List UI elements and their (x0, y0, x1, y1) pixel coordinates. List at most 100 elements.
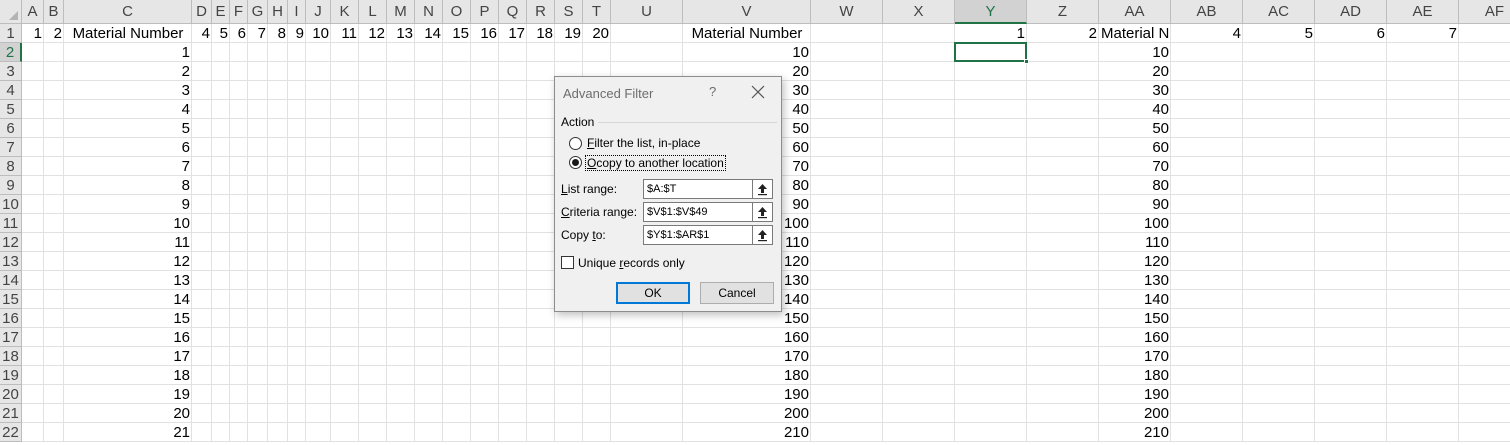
cell[interactable] (583, 385, 611, 404)
cell[interactable] (471, 404, 499, 423)
cell[interactable] (268, 366, 288, 385)
cell[interactable] (955, 100, 1027, 119)
cell[interactable] (811, 138, 883, 157)
cell[interactable] (331, 176, 359, 195)
column-header-l[interactable]: L (359, 0, 387, 24)
cell-d1[interactable]: 4 (192, 24, 212, 43)
cell[interactable] (192, 404, 212, 423)
cell[interactable] (1027, 233, 1099, 252)
criteria-range-collapse-button[interactable] (753, 202, 773, 222)
cell[interactable] (499, 252, 527, 271)
cell-o1[interactable]: 15 (443, 24, 471, 43)
cell[interactable] (955, 328, 1027, 347)
row-header-16[interactable]: 16 (0, 309, 22, 328)
column-header-m[interactable]: M (387, 0, 415, 24)
cell[interactable] (415, 290, 443, 309)
cell-c16[interactable]: 15 (64, 309, 192, 328)
cell[interactable] (1315, 271, 1387, 290)
cell-c13[interactable]: 12 (64, 252, 192, 271)
cell[interactable] (1459, 309, 1510, 328)
cell[interactable] (811, 62, 883, 81)
cell[interactable] (583, 423, 611, 442)
cell[interactable] (1243, 328, 1315, 347)
column-header-i[interactable]: I (288, 0, 306, 24)
unique-records-label[interactable]: Unique records only (578, 256, 685, 270)
cell[interactable] (248, 100, 268, 119)
cell[interactable] (212, 252, 230, 271)
cell[interactable] (288, 138, 306, 157)
cell[interactable] (22, 138, 44, 157)
cell-r1[interactable]: 18 (527, 24, 555, 43)
cell[interactable] (192, 100, 212, 119)
cell[interactable] (955, 404, 1027, 423)
row-header-18[interactable]: 18 (0, 347, 22, 366)
cell[interactable] (443, 157, 471, 176)
cell[interactable] (1459, 271, 1510, 290)
column-header-af[interactable]: AF (1459, 0, 1510, 24)
cell-j1[interactable]: 10 (306, 24, 331, 43)
cell[interactable] (499, 347, 527, 366)
cell-c21[interactable]: 20 (64, 404, 192, 423)
cell[interactable] (212, 195, 230, 214)
column-header-f[interactable]: F (230, 0, 248, 24)
cell[interactable] (44, 366, 64, 385)
row-header-19[interactable]: 19 (0, 366, 22, 385)
cell[interactable] (811, 100, 883, 119)
column-header-ac[interactable]: AC (1243, 0, 1315, 24)
cell[interactable] (527, 385, 555, 404)
cell[interactable] (387, 366, 415, 385)
cell[interactable] (1387, 62, 1459, 81)
cell[interactable] (212, 176, 230, 195)
cell[interactable] (811, 81, 883, 100)
list-range-collapse-button[interactable] (753, 179, 773, 199)
column-header-u[interactable]: U (611, 0, 683, 24)
cell[interactable] (415, 138, 443, 157)
cell[interactable] (268, 423, 288, 442)
column-header-aa[interactable]: AA (1099, 0, 1171, 24)
cell[interactable] (499, 309, 527, 328)
cell[interactable] (230, 176, 248, 195)
cell[interactable] (471, 290, 499, 309)
cell[interactable] (268, 214, 288, 233)
cell[interactable] (443, 404, 471, 423)
cell[interactable] (192, 157, 212, 176)
cell[interactable] (44, 157, 64, 176)
cell-c11[interactable]: 10 (64, 214, 192, 233)
cell[interactable] (555, 328, 583, 347)
cell[interactable] (955, 252, 1027, 271)
cell[interactable] (387, 214, 415, 233)
cell[interactable] (415, 328, 443, 347)
cell[interactable] (415, 271, 443, 290)
cell[interactable] (359, 81, 387, 100)
cell[interactable] (288, 271, 306, 290)
cell[interactable] (359, 347, 387, 366)
cell[interactable] (811, 252, 883, 271)
cell[interactable] (811, 119, 883, 138)
cell[interactable] (331, 347, 359, 366)
cell[interactable] (1171, 119, 1243, 138)
cell[interactable] (387, 309, 415, 328)
cell[interactable] (443, 43, 471, 62)
cell-v18[interactable]: 170 (683, 347, 811, 366)
cell[interactable] (192, 385, 212, 404)
cell[interactable] (555, 404, 583, 423)
cell[interactable] (883, 252, 955, 271)
cell[interactable] (883, 233, 955, 252)
cell[interactable] (415, 366, 443, 385)
cell[interactable] (306, 62, 331, 81)
cell[interactable] (359, 119, 387, 138)
cell[interactable] (1027, 43, 1099, 62)
cell-aa21[interactable]: 200 (1099, 404, 1171, 423)
cell[interactable] (306, 290, 331, 309)
cell[interactable] (499, 138, 527, 157)
cell[interactable] (471, 100, 499, 119)
column-header-b[interactable]: B (44, 0, 64, 24)
cell[interactable] (192, 214, 212, 233)
cell[interactable] (583, 366, 611, 385)
cell[interactable] (527, 290, 555, 309)
cell[interactable] (22, 347, 44, 366)
cell[interactable] (359, 290, 387, 309)
column-header-k[interactable]: K (331, 0, 359, 24)
cell[interactable] (22, 385, 44, 404)
cell[interactable] (499, 366, 527, 385)
